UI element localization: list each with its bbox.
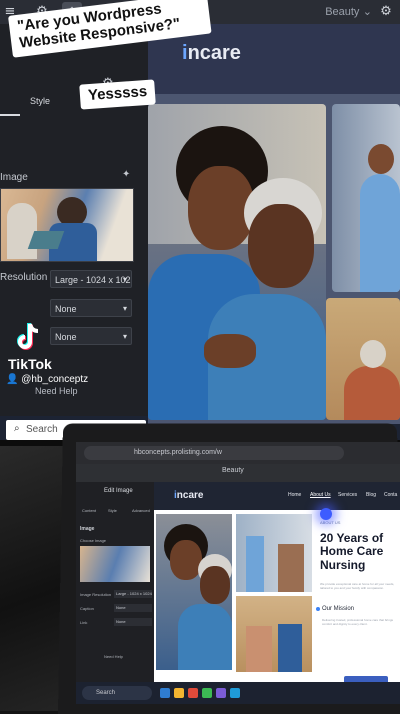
about-body-text: We provide exceptional care at home for … [320, 582, 395, 591]
resolution-select-value: Large - 1024 x 102 [55, 275, 131, 285]
browser-bar: hbconcepts.prolisting.com/w [76, 442, 400, 464]
taskbar-search[interactable]: Search [82, 686, 152, 700]
editor-toolbar: Beauty [76, 464, 400, 482]
laptop-screen: hbconcepts.prolisting.com/w Beauty Edit … [76, 442, 400, 704]
caption-select-value: None [55, 304, 77, 314]
chevron-down-icon: ⌄ [362, 6, 372, 18]
monitor-screen: ≡ ⚙ ◈ ▭ Beauty ⌄ ⚙ ⚙ Style Image ✦ Resol… [0, 0, 400, 445]
caret-down-icon: ▾ [122, 332, 127, 341]
gallery-photo-nurse[interactable] [236, 514, 312, 592]
bullet-dot-icon [316, 607, 320, 611]
gallery-photo-nurse[interactable] [332, 104, 400, 292]
ai-sparkle-icon[interactable]: ✦ [122, 169, 130, 180]
nav-home[interactable]: Home [288, 492, 301, 498]
user-icon: 👤 [6, 374, 19, 385]
folder-icon[interactable] [174, 688, 184, 698]
tab-underline [0, 114, 20, 116]
nav-blog[interactable]: Blog [366, 492, 376, 498]
search-icon: ⌕ [14, 423, 20, 434]
about-heading: 20 Years of Home Care Nursing [320, 531, 384, 572]
gallery-photo-reading[interactable] [326, 298, 400, 420]
tiktok-brand: TikTok [8, 356, 52, 372]
site-preview: incare Home About Us Services Blog Conta… [154, 482, 400, 682]
hero-photo-nurse-and-patient[interactable] [156, 514, 232, 670]
gallery-photo-reading[interactable] [236, 596, 312, 672]
choose-image-label: Choose Image [80, 538, 107, 543]
resolution-label: Image Resolution [80, 592, 112, 597]
nav-contact[interactable]: Conta [384, 492, 397, 498]
about-label: ABOUT US [320, 520, 341, 525]
resolution-select[interactable]: Large - 1024 x 1024 [114, 590, 152, 598]
app-icon[interactable] [160, 688, 170, 698]
settings-icon[interactable]: ⚙ [376, 2, 396, 22]
tab-style[interactable]: Style [30, 96, 50, 106]
caption-label: Caption [80, 606, 94, 611]
site-logo[interactable]: incare [174, 490, 203, 501]
caption-select[interactable]: None ▾ [50, 299, 132, 317]
os-taskbar: Search [76, 682, 400, 704]
site-logo[interactable]: incare [182, 42, 241, 65]
browser-icon[interactable] [188, 688, 198, 698]
caption-select[interactable]: None [114, 604, 152, 612]
app-icon[interactable] [230, 688, 240, 698]
address-bar[interactable]: hbconcepts.prolisting.com/w [84, 446, 344, 460]
link-label: Link [80, 620, 88, 625]
image-preview-thumbnail[interactable] [80, 546, 150, 582]
tiktok-username: 👤 @hb_conceptz [6, 374, 89, 385]
search-placeholder: Search [26, 424, 58, 435]
widget-settings-panel: Edit Image Content Style Advanced Image … [76, 482, 154, 682]
image-section-label: Image [0, 172, 28, 183]
page-selector-label: Beauty [325, 6, 360, 18]
resolution-select[interactable]: Large - 1024 x 102 ▾ [50, 270, 132, 288]
resolution-label: Resolution [0, 272, 48, 283]
tab-advanced[interactable]: Advanced [132, 508, 150, 513]
caption-answer: Yesssss [79, 79, 157, 110]
tab-style[interactable]: Style [108, 508, 117, 513]
mission-text: Delivering trusted, professional home ca… [322, 618, 394, 627]
site-header: incare Home About Us Services Blog Conta [154, 482, 400, 510]
app-icon[interactable] [216, 688, 226, 698]
tiktok-logo-icon [17, 323, 39, 350]
panel-title: Edit Image [104, 488, 133, 494]
page-selector[interactable]: Beauty ⌄ [325, 0, 372, 24]
mission-title: Our Mission [322, 606, 355, 612]
app-icon[interactable] [202, 688, 212, 698]
need-help-link[interactable]: Need Help [35, 386, 78, 396]
image-section-label: Image [80, 526, 95, 532]
tab-content[interactable]: Content [82, 508, 96, 513]
page-selector[interactable]: Beauty [222, 467, 244, 474]
need-help-link[interactable]: Need Help [104, 654, 123, 659]
search-placeholder: Search [96, 690, 116, 696]
caret-down-icon: ▾ [122, 304, 127, 313]
link-select[interactable]: None ▾ [50, 327, 132, 345]
nav-services[interactable]: Services [338, 492, 357, 498]
caret-down-icon: ▾ [122, 275, 127, 284]
link-select[interactable]: None [114, 618, 152, 626]
hero-photo-nurse-and-patient[interactable] [148, 104, 326, 420]
nav-about-us[interactable]: About Us [310, 492, 331, 498]
link-select-value: None [55, 332, 77, 342]
image-preview-thumbnail[interactable] [0, 188, 134, 262]
mouse-cursor-highlight [320, 508, 332, 520]
